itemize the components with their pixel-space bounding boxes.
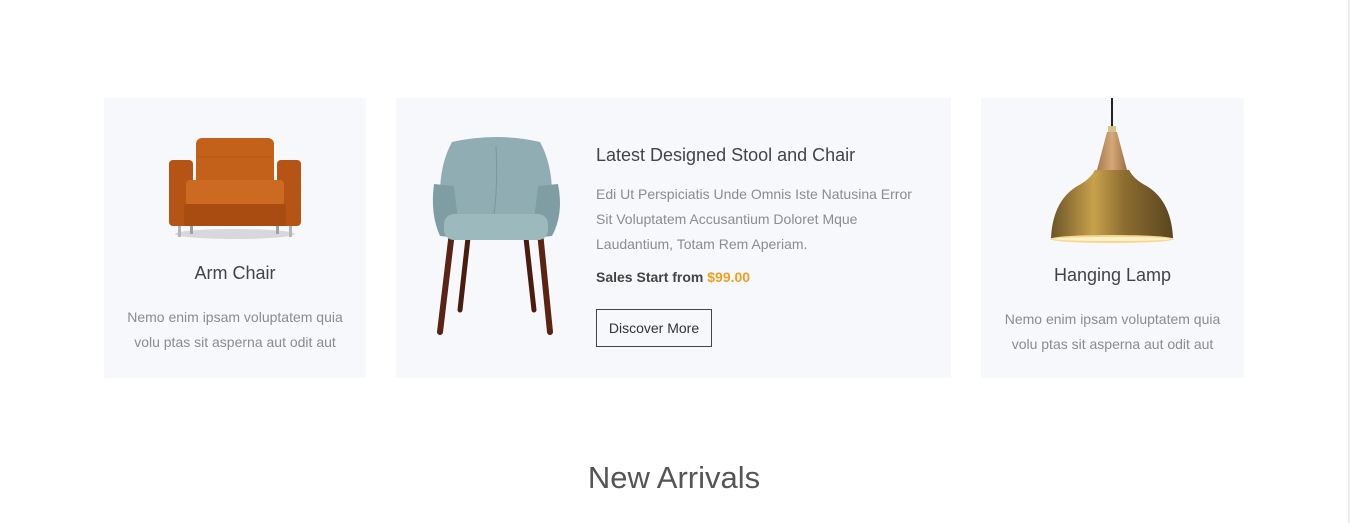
armchair-image bbox=[169, 138, 301, 239]
price-value: $99.00 bbox=[707, 269, 751, 285]
accent-chair-image bbox=[432, 137, 560, 335]
section-heading-new-arrivals: New Arrivals bbox=[587, 460, 761, 495]
card-description: Nemo enim ipsam voluptatem quia volu pta… bbox=[1004, 311, 1221, 352]
product-card-hanging-lamp[interactable]: Hanging Lamp Nemo enim ipsam voluptatem … bbox=[981, 98, 1244, 378]
price-line: Sales Start from $99.00 bbox=[596, 269, 750, 285]
promo-card-stool-chair: Latest Designed Stool and Chair Edi Ut P… bbox=[396, 98, 951, 378]
price-label: Sales Start from bbox=[596, 269, 704, 285]
card-description: Nemo enim ipsam voluptatem quia volu pta… bbox=[127, 309, 343, 350]
promo-title[interactable]: Latest Designed Stool and Chair bbox=[596, 145, 855, 166]
promo-description: Edi Ut Perspiciatis Unde Omnis Iste Natu… bbox=[596, 186, 912, 252]
pendant-lamp-image bbox=[1050, 98, 1174, 243]
card-title[interactable]: Hanging Lamp bbox=[981, 265, 1244, 286]
discover-more-button[interactable]: Discover More bbox=[596, 309, 712, 347]
product-card-arm-chair[interactable]: Arm Chair Nemo enim ipsam voluptatem qui… bbox=[104, 98, 366, 378]
card-title[interactable]: Arm Chair bbox=[104, 263, 366, 284]
